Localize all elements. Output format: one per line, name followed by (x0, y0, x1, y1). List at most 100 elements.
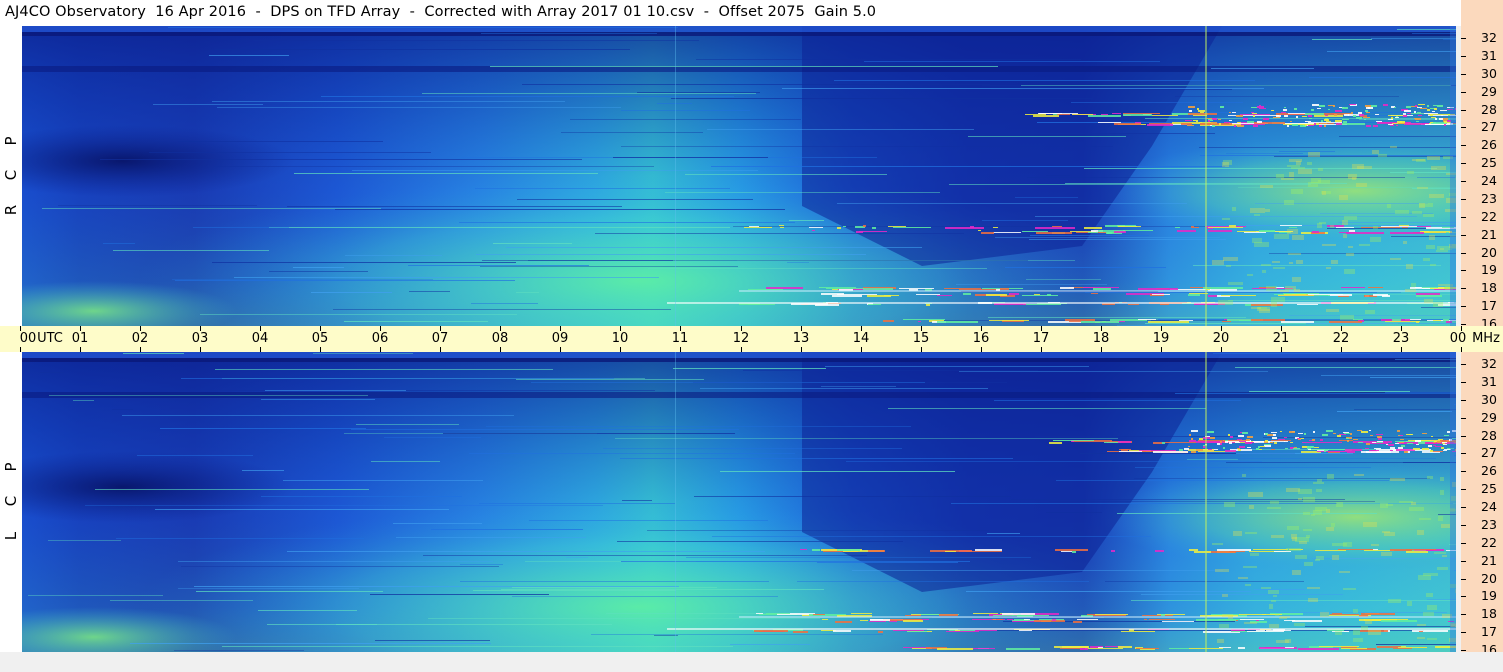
spectrogram-texture (1434, 552, 1446, 554)
spectrogram-texture (1153, 442, 1162, 444)
spectrogram-texture (1319, 646, 1359, 647)
spectrogram-texture (1196, 121, 1198, 122)
spectrogram-texture (821, 386, 896, 387)
spectrogram-texture (766, 613, 790, 614)
spectrogram-texture (1284, 437, 1287, 438)
spectrogram-texture (1356, 117, 1362, 119)
spectrogram-texture (287, 206, 622, 207)
mhz-label: MHz (1472, 331, 1500, 346)
spectrogram-texture (336, 624, 377, 625)
spectrogram-texture (1361, 227, 1400, 228)
spectrogram-texture (1365, 110, 1368, 112)
spectrogram-texture (1189, 440, 1196, 442)
freq-tick-mark (1461, 561, 1466, 562)
spectrogram-texture (868, 550, 885, 552)
freq-tick-label: 26 (1481, 463, 1497, 478)
spectrogram-texture (617, 541, 903, 542)
spectrogram-texture (1365, 105, 1371, 107)
spectrogram-texture (1148, 321, 1189, 323)
spectrogram-top-band (22, 32, 1456, 36)
spectrogram-texture (1296, 260, 1303, 264)
spectrogram-edge (1450, 352, 1456, 652)
spectrogram-texture (1390, 146, 1397, 148)
spectrogram-texture (1307, 587, 1320, 589)
spectrogram-texture (1423, 214, 1434, 217)
spectrogram-texture (1257, 106, 1264, 108)
freq-tick-label: 28 (1481, 102, 1497, 117)
spectrogram-texture (459, 222, 795, 223)
spectrogram-texture (840, 550, 851, 551)
spectrogram-texture (1289, 227, 1297, 228)
spectrogram-texture (1339, 434, 1346, 435)
spectrogram-texture (1417, 112, 1421, 113)
spectrogram-texture (1118, 646, 1132, 648)
spectrogram-texture (1403, 241, 1407, 244)
spectrogram-texture (949, 184, 1311, 185)
spectrogram-texture (970, 226, 974, 228)
spectrogram-texture (178, 561, 493, 562)
spectrogram-texture (1390, 447, 1395, 449)
spectrogram-texture (1252, 113, 1257, 114)
spectrogram-texture (1276, 287, 1284, 288)
spectrogram-texture (469, 453, 795, 454)
spectrogram-texture (1035, 227, 1075, 229)
spectrogram-texture (1251, 319, 1285, 321)
hour-tick-mark (200, 347, 201, 352)
freq-tick-mark (1461, 436, 1466, 437)
spectrogram-texture (1060, 648, 1082, 649)
spectrogram-texture (294, 173, 598, 174)
spectrogram-texture (1025, 114, 1046, 115)
spectrogram-texture (978, 230, 981, 231)
spectrogram-texture (1228, 434, 1230, 436)
hour-tick-mark (1401, 347, 1402, 352)
spectrogram-texture (1395, 210, 1409, 214)
hour-label: 02 (131, 331, 149, 346)
spectrogram-texture (1200, 112, 1204, 113)
spectrogram-texture (1312, 39, 1372, 40)
spectrogram-texture (1443, 319, 1449, 321)
hour-label: 05 (311, 331, 329, 346)
spectrogram-texture (1441, 447, 1444, 449)
spectrogram-texture (863, 288, 893, 290)
spectrogram-texture (1228, 616, 1233, 619)
spectrogram-texture (1211, 122, 1217, 124)
spectrogram-texture (1443, 444, 1447, 445)
spectrogram-texture (1337, 435, 1341, 437)
spectrogram-texture (1212, 543, 1223, 545)
spectrogram-texture (1369, 430, 1371, 431)
spectrogram-texture (1298, 169, 1312, 174)
spectrogram-texture (1332, 543, 1347, 546)
spectrogram-texture (945, 551, 956, 552)
spectrogram-texture (1394, 107, 1396, 108)
spectrogram-texture (1349, 104, 1356, 105)
spectrogram-texture (800, 549, 807, 550)
spectrogram-texture (181, 378, 614, 379)
spectrogram-texture (283, 480, 483, 481)
spectrogram-texture (1272, 261, 1280, 263)
spectrogram-texture (1412, 33, 1456, 34)
spectrogram-texture (935, 320, 1186, 321)
spectrogram-texture (1271, 440, 1291, 441)
spectrogram-texture (1315, 550, 1346, 551)
spectrogram-texture (287, 551, 765, 552)
spectrogram-texture (1287, 526, 1299, 530)
spectrogram-texture (813, 614, 825, 615)
freq-tick-mark (1461, 217, 1466, 218)
spectrogram-texture (1433, 445, 1436, 446)
spectrogram-texture (1273, 117, 1280, 118)
chart-title: AJ4CO Observatory 16 Apr 2016 - DPS on T… (5, 4, 877, 20)
spectrogram-texture (1388, 599, 1401, 603)
spectrogram-texture (1311, 449, 1348, 450)
spectrogram-texture (1290, 121, 1292, 122)
spectrogram-texture (561, 132, 703, 133)
spectrogram-texture (475, 188, 730, 189)
spectrogram-texture (1428, 445, 1432, 447)
spectrogram-texture (1396, 449, 1415, 451)
spectrogram-texture (1444, 449, 1451, 450)
spectrogram-texture (1236, 453, 1353, 454)
spectrogram-texture (1069, 321, 1081, 322)
spectrogram-texture (870, 619, 890, 621)
spectrogram-texture (1232, 207, 1236, 211)
spectrogram-texture (937, 295, 952, 296)
spectrogram-texture (1225, 441, 1228, 443)
